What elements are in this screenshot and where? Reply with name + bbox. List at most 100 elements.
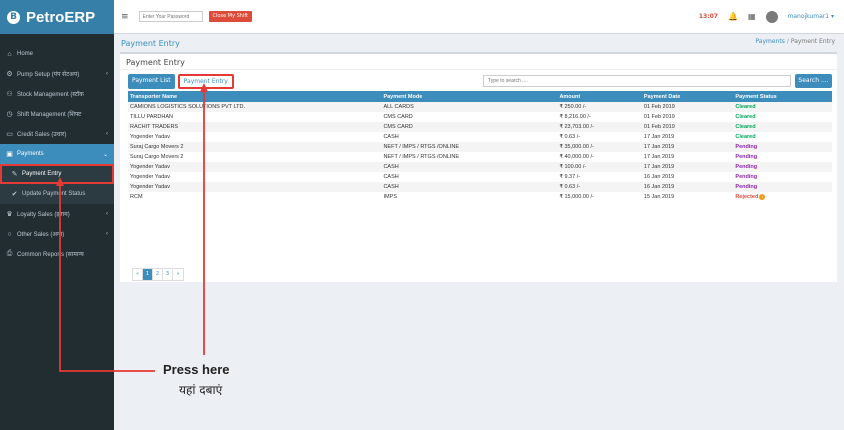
sidebar-item-common[interactable]: ⎙ Common Reports (सामान्य <box>0 244 114 264</box>
page-button[interactable]: 2 <box>153 269 163 280</box>
bell-icon[interactable]: 🔔 <box>728 12 738 21</box>
sidebar-item-label: Common Reports (सामान्य <box>17 252 84 258</box>
cell-text: CAMIONS LOGISTICS SOLUTIONS PVT LTD. <box>130 104 246 110</box>
cell-text: Yogender Yadav <box>130 164 170 170</box>
breadcrumb-separator: / <box>786 38 789 45</box>
table-cell: 16 Jan 2019 <box>642 172 734 182</box>
page-button[interactable]: 1 <box>143 269 153 280</box>
sidebar-item-payment[interactable]: ✎ Payment Entry <box>0 164 114 184</box>
column-header[interactable]: Payment Status <box>733 91 832 102</box>
cell-text: TILLU PARDHAN <box>130 114 173 120</box>
password-input[interactable] <box>138 11 203 22</box>
table-cell: 16 Jan 2019 <box>641 182 734 192</box>
avatar[interactable] <box>765 10 778 23</box>
table-cell: CMS CARD <box>381 122 558 132</box>
table-row[interactable]: TILLU PARDHAN CMS CARD ₹ 8,216.00 /- 01 Feb… <box>128 112 832 122</box>
box-divider <box>120 69 837 70</box>
table-row[interactable]: Yogender Yadav CASH ₹ 100.00 /- 17 Jan 2019… <box>128 162 832 172</box>
table-cell: Pending <box>733 152 832 162</box>
page-button[interactable]: 3 <box>163 269 173 280</box>
close-shift-button[interactable]: Close My Shift <box>208 11 252 22</box>
table-cell: 01 Feb 2019 <box>641 102 734 112</box>
table-cell: ₹ 35,000.00 /- <box>557 142 642 152</box>
status-badge: Pending <box>735 164 758 170</box>
sidebar-item-loyalty[interactable]: ♛ Loyalty Sales (इनाम) ‹ <box>0 204 114 224</box>
tab-payment-entry[interactable]: Payment Entry <box>177 74 234 89</box>
column-header[interactable]: Transporter Name <box>128 91 382 102</box>
payments-icon: ▣ <box>6 151 13 158</box>
sidebar-item-label: Stock Management (स्टॉक <box>17 92 84 98</box>
tab-payment-list[interactable]: Payment List <box>128 74 175 89</box>
user-menu[interactable]: manojkumar1 ▾ <box>788 13 834 20</box>
page-button[interactable]: » <box>173 269 183 280</box>
table-cell: Cleared <box>733 122 832 132</box>
table-cell: ₹ 8,216.00 /- <box>557 112 641 122</box>
table-cell: Pending <box>733 142 832 152</box>
column-header[interactable]: Payment Mode <box>381 91 558 102</box>
annotation-english: Press here <box>163 362 230 377</box>
navbar-right: 13:07 🔔 ▦ manojkumar1 ▾ <box>699 10 834 23</box>
sidebar-item-label: Shift Management (शिफ्ट <box>17 112 82 118</box>
chevron-icon: ‹ <box>106 211 108 217</box>
table-cell: Pending <box>733 182 832 192</box>
cell-text: RACHIT TRADERS <box>130 124 179 130</box>
table-cell: ₹ 100.00 /- <box>557 162 642 172</box>
breadcrumb: Payments / Payment Entry <box>755 38 835 45</box>
hamburger-menu-icon[interactable]: ≡ <box>121 12 129 22</box>
clock-icon: ◷ <box>6 111 13 118</box>
chevron-icon: ‹ <box>106 231 108 237</box>
table-body: CAMIONS LOGISTICS SOLUTIONS PVT LTD. ALL … <box>128 102 832 202</box>
brand[interactable]: B PetroERP <box>0 0 114 34</box>
cell-text: Yogender Yadav <box>130 174 170 180</box>
sidebar-menu: ⌂ Home ⚙ Pump Setup (पंप सेटअप) ‹ ⚇ Stock Mana… <box>0 34 114 264</box>
table-row[interactable]: RACHIT TRADERS CMS CARD ₹ 23,703.00 /- 01 F… <box>128 122 832 132</box>
table-cell: RCM <box>128 192 381 202</box>
table-cell: 17 Jan 2019 <box>642 132 734 142</box>
sidebar-item-home[interactable]: ⌂ Home <box>0 44 114 64</box>
sidebar-item-update[interactable]: ✔ Update Payment Status <box>0 184 114 204</box>
table-cell: CASH <box>381 182 558 192</box>
sidebar-item-pump[interactable]: ⚙ Pump Setup (पंप सेटअप) ‹ <box>0 64 114 84</box>
sidebar-item-payments[interactable]: ▣ Payments ⌄ <box>0 144 114 164</box>
cell-text: CASH <box>383 174 399 180</box>
column-header[interactable]: Payment Date <box>641 91 734 102</box>
cell-text: Suraj Cargo Movers 2 <box>130 144 184 150</box>
payments-table: Transporter Name Payment Mode Amount Paymen… <box>128 91 832 202</box>
table-row[interactable]: Yogender Yadav CASH ₹ 9.37 /- 16 Jan 2019 Pe… <box>128 172 832 182</box>
table-cell: 17 Jan 2019 <box>641 142 734 152</box>
table-cell: CASH <box>381 162 558 172</box>
table-row[interactable]: CAMIONS LOGISTICS SOLUTIONS PVT LTD. ALL … <box>128 102 832 112</box>
table-row[interactable]: RCM IMPS ₹ 15,000.00 /- 15 Jan 2019 Rejected… <box>128 192 832 202</box>
status-badge: Pending <box>735 184 758 190</box>
table-cell: ₹ 9.37 /- <box>557 172 641 182</box>
cell-text: CMS CARD <box>383 124 413 130</box>
table-row[interactable]: Suraj Cargo Movers 2 NEFT / IMPS / RTGS /… <box>128 142 832 152</box>
table-row[interactable]: Yogender Yadav CASH ₹ 0.63 /- 17 Jan 2019 Cl… <box>128 132 832 142</box>
column-header[interactable]: Amount <box>557 91 642 102</box>
table-row[interactable]: Yogender Yadav CASH ₹ 0.63 /- 16 Jan 2019 Pe… <box>128 182 832 192</box>
apps-grid-icon[interactable]: ▦ <box>748 12 756 21</box>
sidebar-item-stock[interactable]: ⚇ Stock Management (स्टॉक <box>0 84 114 104</box>
cell-text: 16 Jan 2019 <box>643 174 675 180</box>
breadcrumb-payments-link[interactable]: Payments <box>755 38 784 45</box>
sidebar-item-shift[interactable]: ◷ Shift Management (शिफ्ट <box>0 104 114 124</box>
page-button[interactable]: « <box>133 269 143 280</box>
status-badge: Pending <box>735 144 758 150</box>
warning-icon[interactable]: ! <box>759 194 766 200</box>
table-row[interactable]: Suraj Cargo Movers 2 NEFT / IMPS / RTGS /… <box>128 152 832 162</box>
cell-text: CASH <box>383 164 399 170</box>
sidebar-item-credit[interactable]: ▭ Credit Sales (उधार) ‹ <box>0 124 114 144</box>
cell-text: ₹ 40,000.00 /- <box>559 154 594 160</box>
table-cell: Yogender Yadav <box>128 162 382 172</box>
table-cell: ₹ 15,000.00 /- <box>557 192 641 202</box>
sidebar-item-other[interactable]: ○ Other Sales (अन्य) ‹ <box>0 224 114 244</box>
table-cell: CASH <box>381 132 557 142</box>
table-cell: 17 Jan 2019 <box>642 152 734 162</box>
chevron-icon: ⌄ <box>102 151 108 158</box>
search-button[interactable]: Search .... <box>795 74 832 88</box>
search-input[interactable] <box>483 75 791 87</box>
cell-text: ₹ 0.63 /- <box>559 184 581 190</box>
cell-text: NEFT / IMPS / RTGS /ONLINE <box>383 154 460 160</box>
sidebar-item-label: Credit Sales (उधार) <box>17 132 67 138</box>
cell-text: ₹ 35,000.00 /- <box>559 144 594 150</box>
